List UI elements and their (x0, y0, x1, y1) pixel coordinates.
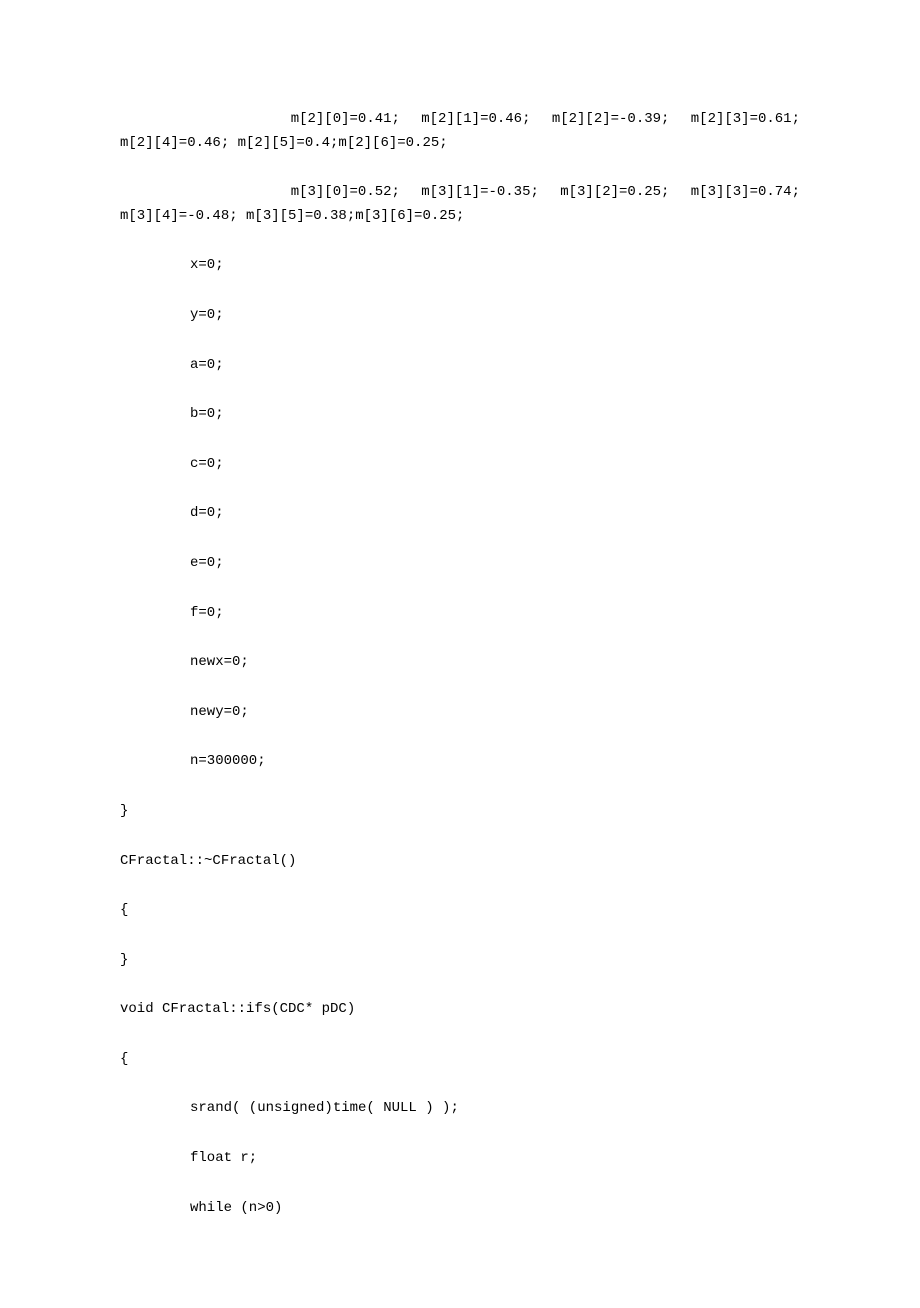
code-line: y=0; (120, 306, 800, 326)
code-line: m[3][0]=0.52; m[3][1]=-0.35; m[3][2]=0.2… (120, 183, 800, 203)
code-line: while (n>0) (120, 1199, 800, 1219)
code-line: } (120, 802, 800, 822)
code-line: n=300000; (120, 752, 800, 772)
code-line: srand( (unsigned)time( NULL ) ); (120, 1099, 800, 1119)
code-line: d=0; (120, 504, 800, 524)
code-line: m[3][4]=-0.48; m[3][5]=0.38;m[3][6]=0.25… (120, 207, 800, 227)
code-line: newx=0; (120, 653, 800, 673)
code-line: { (120, 1050, 800, 1070)
code-line: e=0; (120, 554, 800, 574)
code-line: f=0; (120, 604, 800, 624)
code-line: CFractal::~CFractal() (120, 852, 800, 872)
code-line: m[2][0]=0.41; m[2][1]=0.46; m[2][2]=-0.3… (120, 110, 800, 130)
code-line: x=0; (120, 256, 800, 276)
document-page: m[2][0]=0.41; m[2][1]=0.46; m[2][2]=-0.3… (0, 0, 920, 1308)
code-line: } (120, 951, 800, 971)
code-line: float r; (120, 1149, 800, 1169)
code-line: void CFractal::ifs(CDC* pDC) (120, 1000, 800, 1020)
code-line: newy=0; (120, 703, 800, 723)
code-line: a=0; (120, 356, 800, 376)
code-line: m[2][4]=0.46; m[2][5]=0.4;m[2][6]=0.25; (120, 134, 800, 154)
code-line: { (120, 901, 800, 921)
code-line: c=0; (120, 455, 800, 475)
code-line: b=0; (120, 405, 800, 425)
